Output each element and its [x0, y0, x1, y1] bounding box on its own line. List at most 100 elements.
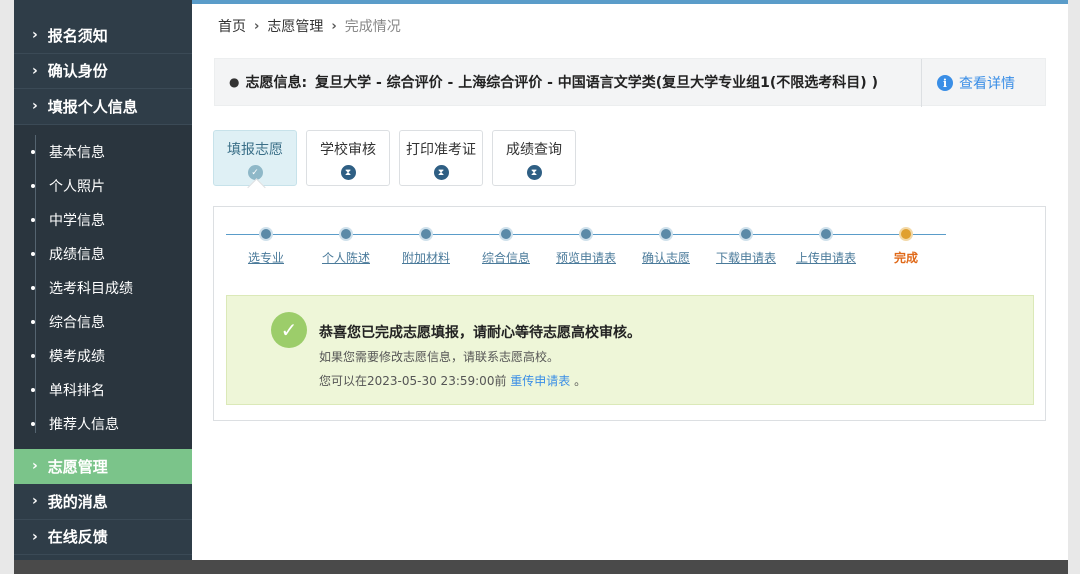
tab-score-query[interactable]: 成绩查询 ⧗ — [492, 130, 576, 186]
sidebar-item-notice[interactable]: › 报名须知 — [14, 18, 192, 54]
sidebar-subitem-comprehensive[interactable]: 综合信息 — [14, 305, 192, 339]
divider — [921, 59, 922, 107]
stage-tabs: 填报志愿 ✓ 学校审核 ⧗ 打印准考证 ⧗ 成绩查询 ⧗ — [213, 130, 585, 186]
sidebar-subitem-mock-exam[interactable]: 模考成绩 — [14, 339, 192, 373]
chevron-right-icon: › — [32, 98, 38, 115]
main-content: 首页 › 志愿管理 › 完成情况 ● 志愿信息: 复旦大学 - 综合评价 - 上… — [192, 4, 1068, 560]
tab-label: 填报志愿 — [227, 142, 283, 158]
tab-label: 学校审核 — [320, 142, 376, 158]
step-upload-form[interactable]: 上传申请表 — [791, 227, 861, 266]
sidebar-subitem-grades[interactable]: 成绩信息 — [14, 237, 192, 271]
bottom-bar — [14, 560, 1068, 574]
step-complete: 完成 — [871, 227, 941, 266]
step-label: 综合信息 — [481, 251, 530, 265]
sidebar-item-confirm-identity[interactable]: › 确认身份 — [14, 54, 192, 89]
hourglass-icon: ⧗ — [526, 165, 542, 180]
sidebar-subitem-subject-rank[interactable]: 单科排名 — [14, 373, 192, 407]
sidebar-subitem-label: 模考成绩 — [49, 348, 105, 365]
chevron-right-icon: › — [32, 493, 38, 510]
step-label: 完成 — [893, 251, 918, 265]
sidebar-subitem-school-info[interactable]: 中学信息 — [14, 203, 192, 237]
step-download-form[interactable]: 下载申请表 — [711, 227, 781, 266]
sidebar-subitem-basic-info[interactable]: 基本信息 — [14, 135, 192, 169]
chevron-right-icon: › — [32, 458, 38, 475]
breadcrumb-section[interactable]: 志愿管理 — [267, 16, 323, 36]
reupload-form-link[interactable]: 重传申请表 — [510, 374, 570, 388]
step-personal-statement[interactable]: 个人陈述 — [311, 227, 381, 266]
deadline-line: 您可以在2023-05-30 23:59:00前 重传申请表 。 — [319, 372, 586, 389]
step-comprehensive-info[interactable]: 综合信息 — [471, 227, 541, 266]
left-gutter — [0, 0, 14, 574]
view-details-link[interactable]: i 查看详情 — [937, 59, 1015, 107]
step-dot — [819, 227, 833, 241]
info-label: 志愿信息: — [245, 75, 308, 91]
sidebar-item-label: 我的消息 — [47, 492, 108, 511]
step-dot — [739, 227, 753, 241]
application-info-bar: ● 志愿信息: 复旦大学 - 综合评价 - 上海综合评价 - 中国语言文学类(复… — [214, 58, 1046, 107]
step-select-major[interactable]: 选专业 — [231, 227, 301, 266]
sidebar-item-application-management[interactable]: › 志愿管理 — [14, 448, 192, 484]
chevron-right-icon: › — [32, 62, 38, 79]
right-gutter — [1068, 0, 1080, 574]
sidebar-subitem-elective-grades[interactable]: 选考科目成绩 — [14, 271, 192, 305]
step-attachments[interactable]: 附加材料 — [391, 227, 461, 266]
bullet-icon: ● — [229, 75, 240, 89]
breadcrumb: 首页 › 志愿管理 › 完成情况 — [218, 16, 401, 36]
tab-fill-application[interactable]: 填报志愿 ✓ — [213, 130, 297, 186]
sidebar: › 报名须知 › 确认身份 › 填报个人信息 基本信息 个人照片 中学信息 成绩… — [14, 0, 192, 560]
sidebar-item-label: 确认身份 — [47, 62, 108, 81]
hourglass-icon: ⧗ — [433, 165, 449, 180]
step-label: 下载申请表 — [715, 251, 776, 265]
chevron-right-icon: › — [32, 528, 38, 545]
sidebar-subitem-label: 成绩信息 — [49, 246, 105, 263]
info-value: 复旦大学 - 综合评价 - 上海综合评价 - 中国语言文学类(复旦大学专业组1(… — [315, 75, 878, 91]
info-icon: i — [937, 75, 953, 91]
step-dot — [419, 227, 433, 241]
tab-label: 打印准考证 — [406, 142, 476, 158]
sidebar-subitem-label: 个人照片 — [49, 178, 105, 195]
sidebar-item-label: 在线反馈 — [47, 528, 108, 547]
sidebar-subitem-referrer[interactable]: 推荐人信息 — [14, 407, 192, 441]
step-label: 上传申请表 — [795, 251, 856, 265]
sidebar-item-label: 志愿管理 — [47, 457, 108, 476]
step-preview-form[interactable]: 预览申请表 — [551, 227, 621, 266]
sidebar-item-personal-info[interactable]: › 填报个人信息 — [14, 89, 192, 125]
chevron-right-icon: › — [254, 18, 260, 34]
step-label: 个人陈述 — [321, 251, 370, 265]
step-label: 附加材料 — [401, 251, 450, 265]
bullet-icon — [31, 183, 35, 188]
sidebar-item-messages[interactable]: › 我的消息 — [14, 484, 192, 520]
sidebar-item-feedback[interactable]: › 在线反馈 — [14, 520, 192, 555]
bullet-icon — [31, 285, 35, 290]
check-circle-icon: ✓ — [271, 312, 307, 348]
sidebar-subitem-photo[interactable]: 个人照片 — [14, 169, 192, 203]
view-details-label: 查看详情 — [959, 76, 1015, 92]
deadline-text: 您可以在2023-05-30 23:59:00前 — [319, 374, 507, 388]
bullet-icon — [31, 353, 35, 358]
chevron-right-icon: › — [331, 18, 337, 34]
step-label: 选专业 — [247, 251, 284, 265]
step-label: 确认志愿 — [641, 251, 690, 265]
tab-print-admission[interactable]: 打印准考证 ⧗ — [399, 130, 483, 186]
sidebar-subitem-label: 单科排名 — [49, 382, 105, 399]
bullet-icon — [31, 319, 35, 324]
step-label: 预览申请表 — [555, 251, 616, 265]
bullet-icon — [31, 217, 35, 222]
step-dot — [659, 227, 673, 241]
deadline-suffix: 。 — [574, 374, 587, 388]
chevron-right-icon: › — [32, 27, 38, 44]
step-confirm-application[interactable]: 确认志愿 — [631, 227, 701, 266]
sidebar-submenu: 基本信息 个人照片 中学信息 成绩信息 选考科目成绩 综合信息 模考成绩 单科排… — [14, 124, 192, 449]
step-dot — [579, 227, 593, 241]
step-dot — [339, 227, 353, 241]
success-subtitle: 如果您需要修改志愿信息，请联系志愿高校。 — [319, 350, 560, 364]
progress-panel: 选专业 个人陈述 附加材料 综合信息 预览申请表 确认志愿 下载申请表 上传申请… — [213, 206, 1046, 421]
step-dot — [499, 227, 513, 241]
breadcrumb-home[interactable]: 首页 — [218, 16, 246, 36]
bullet-icon — [31, 149, 35, 154]
tab-label: 成绩查询 — [506, 142, 562, 158]
tab-school-review[interactable]: 学校审核 ⧗ — [306, 130, 390, 186]
sidebar-subitem-label: 中学信息 — [49, 212, 105, 229]
step-dot — [899, 227, 913, 241]
sidebar-subitem-label: 综合信息 — [49, 314, 105, 331]
